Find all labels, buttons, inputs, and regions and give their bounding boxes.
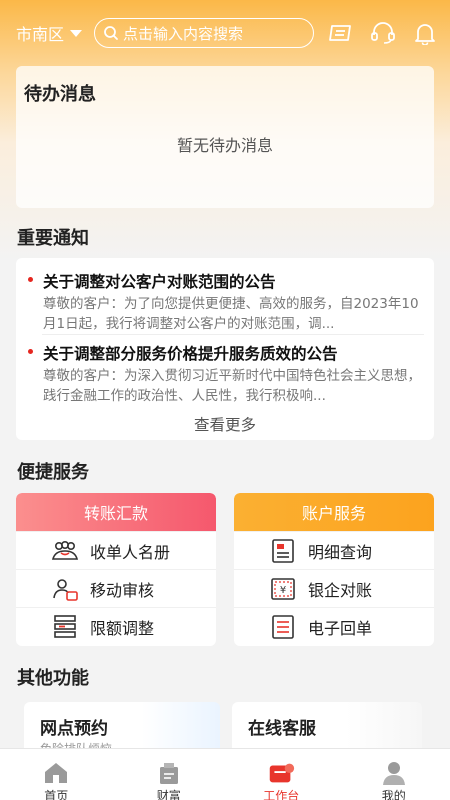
tab-home-label: 首页 bbox=[44, 789, 69, 800]
tab-profile-label: 我的 bbox=[381, 789, 406, 800]
tab-workbench[interactable]: 工作台 bbox=[225, 749, 338, 800]
user-review-icon bbox=[50, 575, 80, 603]
payee-list-label: 收单人名册 bbox=[90, 542, 171, 562]
divider bbox=[42, 334, 424, 335]
wealth-icon bbox=[154, 761, 184, 785]
e-receipt-label: 电子回单 bbox=[308, 618, 373, 638]
todo-card: 待办消息 暂无待办消息 bbox=[16, 66, 434, 208]
search-icon bbox=[104, 26, 118, 40]
payee-list-item[interactable]: 收单人名册 bbox=[16, 531, 216, 569]
notice-title: 关于调整部分服务价格提升服务质效的公告 bbox=[26, 342, 426, 364]
notice-card: 关于调整对公客户对账范围的公告 尊敬的客户：为了向您提供更便捷、高效的服务，自2… bbox=[16, 258, 434, 440]
notice-title: 关于调整对公客户对账范围的公告 bbox=[26, 270, 426, 292]
online-service-title: 在线客服 bbox=[248, 719, 316, 739]
quick-section-title: 便捷服务 bbox=[17, 462, 89, 483]
e-receipt-icon bbox=[268, 613, 298, 641]
limit-adjust-icon bbox=[50, 613, 80, 641]
reconcile-label: 银企对账 bbox=[308, 580, 373, 600]
mobile-review-label: 移动审核 bbox=[90, 580, 155, 600]
district-selector[interactable]: 市南区 bbox=[16, 21, 83, 45]
transfer-header[interactable]: 转账汇款 bbox=[16, 493, 216, 531]
top-bar: 市南区 点击输入内容搜索 bbox=[0, 0, 450, 66]
e-receipt-item[interactable]: 电子回单 bbox=[234, 607, 434, 645]
notices-section-title: 重要通知 bbox=[17, 228, 89, 249]
limit-adjust-item[interactable]: 限额调整 bbox=[16, 607, 216, 645]
limit-adjust-label: 限额调整 bbox=[90, 618, 155, 638]
reconcile-item[interactable]: ¥ 银企对账 bbox=[234, 569, 434, 607]
detail-query-label: 明细查询 bbox=[308, 542, 373, 562]
search-placeholder: 点击输入内容搜索 bbox=[123, 24, 244, 43]
bell-icon[interactable] bbox=[410, 18, 440, 48]
view-more-link[interactable]: 查看更多 bbox=[16, 413, 434, 435]
transfer-panel: 转账汇款 收单人名册 移动审核 限额调整 bbox=[16, 493, 216, 646]
bottom-tab-bar: 首页 财富 工作台 我的 bbox=[0, 748, 450, 800]
notice-desc: 尊敬的客户：为深入贯彻习近平新时代中国特色社会主义思想，践行金融工作的政治性、人… bbox=[43, 368, 421, 404]
other-section-title: 其他功能 bbox=[17, 668, 89, 689]
todo-empty-text: 暂无待办消息 bbox=[176, 136, 273, 155]
detail-query-item[interactable]: 明细查询 bbox=[234, 531, 434, 569]
tab-profile[interactable]: 我的 bbox=[338, 749, 450, 800]
people-icon bbox=[50, 537, 80, 565]
account-panel: 账户服务 明细查询 ¥ 银企对账 电子回单 bbox=[234, 493, 434, 646]
district-label: 市南区 bbox=[16, 25, 65, 44]
reconcile-icon: ¥ bbox=[268, 575, 298, 603]
svg-text:¥: ¥ bbox=[280, 585, 286, 596]
todo-title: 待办消息 bbox=[24, 84, 96, 105]
customer-service-icon[interactable] bbox=[368, 18, 398, 48]
search-input[interactable]: 点击输入内容搜索 bbox=[94, 18, 315, 48]
branch-appointment-title: 网点预约 bbox=[40, 719, 108, 739]
tab-wealth[interactable]: 财富 bbox=[113, 749, 226, 800]
profile-icon bbox=[379, 761, 409, 785]
tab-workbench-label: 工作台 bbox=[263, 789, 300, 800]
home-icon bbox=[41, 761, 71, 785]
tab-home[interactable]: 首页 bbox=[0, 749, 113, 800]
tab-wealth-label: 财富 bbox=[156, 789, 181, 800]
scan-icon[interactable] bbox=[326, 18, 356, 48]
detail-query-icon bbox=[268, 537, 298, 565]
notice-item[interactable]: 关于调整部分服务价格提升服务质效的公告 尊敬的客户：为深入贯彻习近平新时代中国特… bbox=[26, 342, 426, 406]
caret-down-icon bbox=[70, 29, 83, 37]
account-header[interactable]: 账户服务 bbox=[234, 493, 434, 531]
notice-desc: 尊敬的客户：为了向您提供更便捷、高效的服务，自2023年10月1日起，我行将调整… bbox=[43, 296, 419, 332]
notice-item[interactable]: 关于调整对公客户对账范围的公告 尊敬的客户：为了向您提供更便捷、高效的服务，自2… bbox=[26, 270, 426, 334]
workbench-icon bbox=[266, 761, 296, 785]
mobile-review-item[interactable]: 移动审核 bbox=[16, 569, 216, 607]
